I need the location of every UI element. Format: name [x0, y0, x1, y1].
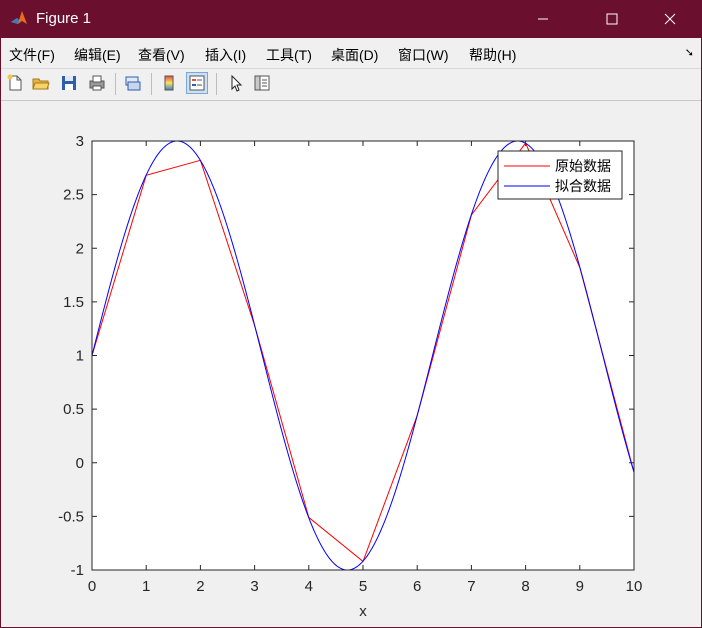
close-button[interactable]	[647, 0, 693, 38]
minimize-button[interactable]	[520, 0, 566, 38]
x-tick-label: 5	[359, 578, 367, 595]
y-tick-label: 1.5	[63, 294, 84, 311]
menu-insert[interactable]: 插入(I)	[205, 45, 246, 65]
toolbar-separator	[115, 73, 116, 95]
x-tick-label: 10	[626, 578, 643, 595]
x-tick-label: 8	[521, 578, 529, 595]
menu-help[interactable]: 帮助(H)	[469, 45, 516, 65]
new-figure-icon[interactable]	[4, 72, 26, 94]
insert-legend-icon[interactable]	[186, 72, 208, 94]
maximize-icon	[606, 13, 618, 25]
link-plot-icon[interactable]	[122, 72, 144, 94]
pointer-icon[interactable]	[225, 72, 247, 94]
menu-bar: 文件(F) 编辑(E) 查看(V) 插入(I) 工具(T) 桌面(D) 窗口(W…	[0, 38, 702, 69]
plot-area[interactable]: 0 1 2 3 4 5 6 7 8 9 10 -1 -0.5 0 0.5 1 1.5 2 2.5 3 x 原始数据拟合…	[0, 101, 702, 628]
y-tick-label: 0	[76, 455, 84, 472]
y-tick-label: 1	[76, 348, 84, 365]
insert-colorbar-icon[interactable]	[158, 72, 180, 94]
save-icon[interactable]	[58, 72, 80, 94]
y-tick-label: 2.5	[63, 187, 84, 204]
menu-edit[interactable]: 编辑(E)	[74, 45, 121, 65]
minimize-icon	[538, 18, 548, 20]
toolbar-separator	[216, 73, 217, 95]
x-tick-label: 2	[196, 578, 204, 595]
y-tick-label: 2	[76, 240, 84, 257]
toolbar	[0, 69, 702, 101]
x-tick-label: 9	[576, 578, 584, 595]
x-tick-label: 6	[413, 578, 421, 595]
x-tick-label: 0	[88, 578, 96, 595]
menu-tools[interactable]: 工具(T)	[266, 45, 312, 65]
close-icon	[664, 13, 676, 25]
legend-entry-label: 拟合数据	[555, 179, 611, 195]
figure-canvas: 0 1 2 3 4 5 6 7 8 9 10 -1 -0.5 0 0.5 1 1.5 2 2.5 3 x 原始数据拟合…	[0, 101, 702, 628]
y-tick-label: 3	[76, 133, 84, 150]
print-icon[interactable]	[86, 72, 108, 94]
menu-view[interactable]: 查看(V)	[138, 45, 185, 65]
y-tick-label: 0.5	[63, 401, 84, 418]
window-titlebar: Figure 1	[0, 0, 702, 38]
maximize-button[interactable]	[589, 0, 635, 38]
x-tick-label: 4	[305, 578, 313, 595]
property-inspector-icon[interactable]	[251, 72, 273, 94]
x-tick-label: 3	[250, 578, 258, 595]
window-title: Figure 1	[36, 10, 92, 27]
y-tick-label: -0.5	[58, 508, 84, 525]
y-tick-label: -1	[71, 562, 84, 579]
x-axis-label: x	[359, 603, 367, 620]
toolbar-separator	[151, 73, 152, 95]
legend[interactable]: 原始数据拟合数据	[497, 150, 623, 200]
matlab-logo-icon	[11, 11, 27, 24]
legend-entry-label: 原始数据	[555, 159, 611, 175]
x-tick-label: 7	[467, 578, 475, 595]
menu-window[interactable]: 窗口(W)	[398, 45, 449, 65]
menu-desktop[interactable]: 桌面(D)	[331, 45, 378, 65]
x-tick-label: 1	[142, 578, 150, 595]
menu-overflow-arrow-icon[interactable]: ➘	[685, 46, 694, 59]
open-file-icon[interactable]	[30, 72, 52, 94]
menu-file[interactable]: 文件(F)	[9, 45, 55, 65]
